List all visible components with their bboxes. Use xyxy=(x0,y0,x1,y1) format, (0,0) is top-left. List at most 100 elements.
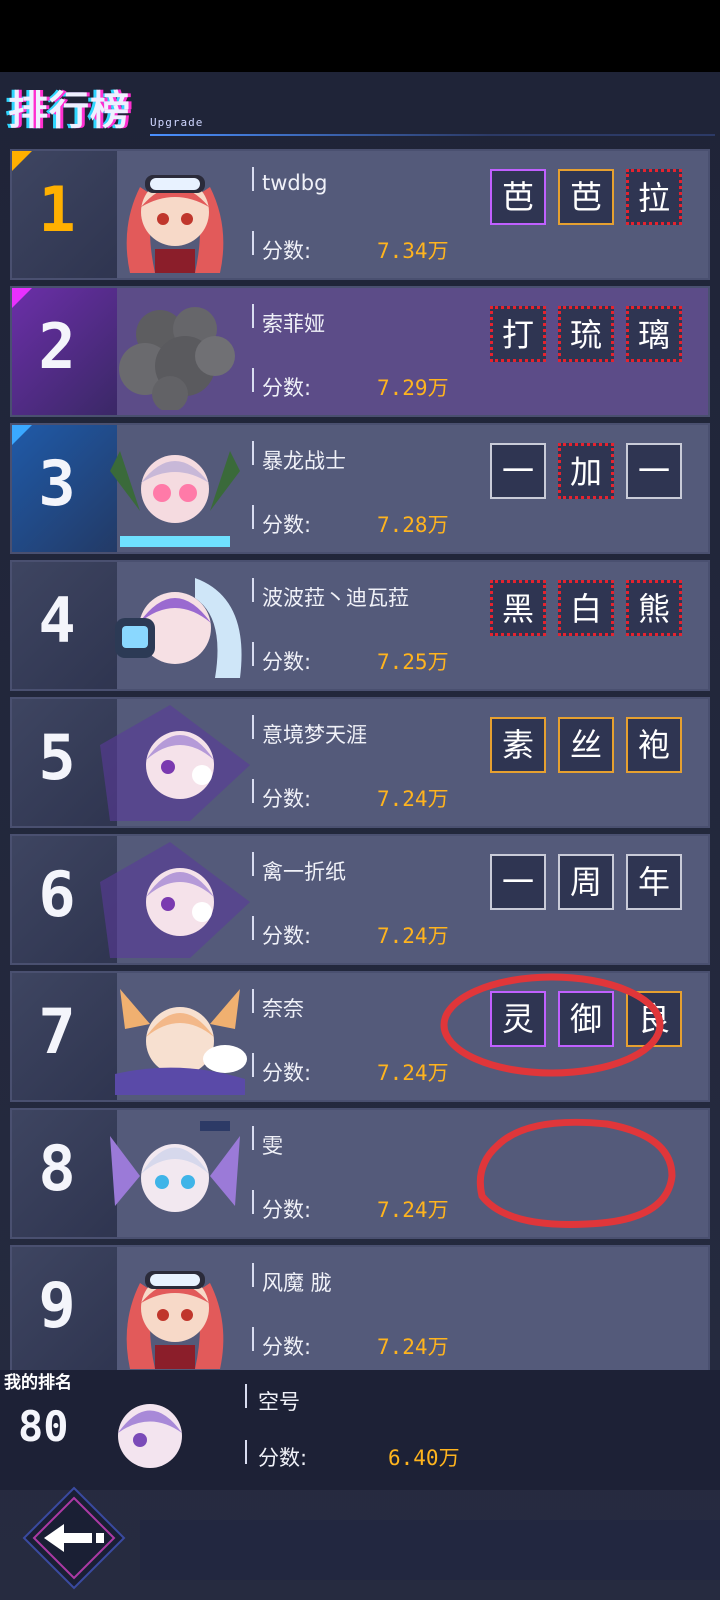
title-badge: 丝 xyxy=(558,717,614,773)
name-divider xyxy=(245,1384,247,1408)
title-badge: 加 xyxy=(558,443,614,499)
name-divider xyxy=(252,167,254,191)
score-label: 分数: xyxy=(262,376,312,400)
player-name: 索菲娅 xyxy=(262,312,325,336)
rank-corner-marker xyxy=(12,151,32,171)
score-divider xyxy=(252,1053,254,1077)
header-divider xyxy=(150,134,715,136)
title-badge: 一 xyxy=(490,854,546,910)
leaderboard-row[interactable]: 2 索菲娅 分数: 7.29万 打 琉 璃 xyxy=(10,286,710,417)
title-badge: 芭 xyxy=(490,169,546,225)
name-divider xyxy=(252,715,254,739)
score-divider xyxy=(252,1190,254,1214)
score-value: 7.28万 xyxy=(377,513,449,537)
leaderboard-row[interactable]: 4 波波菈丶迪瓦菈 分数: 7.25万 黑 白 熊 xyxy=(10,560,710,691)
avatar-smoke xyxy=(119,307,235,410)
name-divider xyxy=(252,441,254,465)
player-name: twdbg xyxy=(262,171,328,195)
player-name: 雯 xyxy=(262,1134,283,1158)
score-label: 分数: xyxy=(262,650,312,674)
title-badges: 打 琉 璃 xyxy=(490,306,690,366)
rank-number: 3 xyxy=(38,447,76,520)
rank-number: 7 xyxy=(38,995,76,1068)
title-badges: 一 周 年 xyxy=(490,854,690,914)
score-divider xyxy=(252,231,254,255)
title-badges: 黑 白 熊 xyxy=(490,580,690,640)
score-divider xyxy=(252,916,254,940)
score-label: 分数: xyxy=(262,924,312,948)
name-divider xyxy=(252,1126,254,1150)
score-value: 7.24万 xyxy=(377,1335,449,1359)
leaderboard-row[interactable]: 6 禽一折纸 分数: 7.24万 一 周 年 xyxy=(10,834,710,965)
name-divider xyxy=(252,1263,254,1287)
leaderboard-row[interactable]: 5 意境梦天涯 分数: 7.24万 素 丝 袍 xyxy=(10,697,710,828)
title-badge: 打 xyxy=(490,306,546,362)
score-divider xyxy=(252,1327,254,1351)
my-avatar xyxy=(118,1404,182,1468)
leaderboard-row[interactable]: 8 雯 分数: 7.24万 xyxy=(10,1108,710,1239)
rank-number: 6 xyxy=(38,858,76,931)
title-badges: 一 加 一 xyxy=(490,443,690,503)
avatar xyxy=(126,1271,224,1369)
avatar xyxy=(115,578,242,678)
title-badge: 璃 xyxy=(626,306,682,362)
leaderboard-row[interactable]: 9 风魔 胧 分数: 7.24万 xyxy=(10,1245,710,1376)
title-badge: 一 xyxy=(626,443,682,499)
score-divider xyxy=(252,368,254,392)
score-value: 7.24万 xyxy=(377,924,449,948)
title-badge: 熊 xyxy=(626,580,682,636)
title-badge: 年 xyxy=(626,854,682,910)
bottom-bar xyxy=(140,1520,720,1580)
score-value: 7.24万 xyxy=(377,787,449,811)
score-value: 7.25万 xyxy=(377,650,449,674)
player-name: 奈奈 xyxy=(262,997,304,1021)
avatar xyxy=(115,989,247,1095)
header: 排行榜 Upgrade xyxy=(0,72,720,142)
my-rank-panel: 我的排名 80 空号 分数: 6.40万 xyxy=(0,1370,720,1490)
player-name: 暴龙战士 xyxy=(262,449,346,473)
score-label: 分数: xyxy=(262,239,312,263)
rank-number: 9 xyxy=(38,1269,76,1342)
page-subtitle: Upgrade xyxy=(150,116,204,129)
my-rank-label: 我的排名 xyxy=(4,1373,72,1393)
score-label: 分数: xyxy=(262,1061,312,1085)
my-rank-number: 80 xyxy=(18,1402,69,1451)
title-badge: 拉 xyxy=(626,169,682,225)
leaderboard-row[interactable]: 7 奈奈 分数: 7.24万 灵 御 良 xyxy=(10,971,710,1102)
title-badge: 一 xyxy=(490,443,546,499)
score-label: 分数: xyxy=(262,1335,312,1359)
title-badges: 芭 芭 拉 xyxy=(490,169,690,229)
avatar xyxy=(100,705,250,821)
my-player-name: 空号 xyxy=(258,1390,300,1414)
title-badge: 素 xyxy=(490,717,546,773)
title-badge: 琉 xyxy=(558,306,614,362)
score-label: 分数: xyxy=(262,1198,312,1222)
annotation-circle xyxy=(476,1118,676,1228)
score-value: 7.34万 xyxy=(377,239,449,263)
score-divider xyxy=(252,642,254,666)
title-badge: 黑 xyxy=(490,580,546,636)
title-badge: 芭 xyxy=(558,169,614,225)
avatar xyxy=(100,842,250,958)
name-divider xyxy=(252,578,254,602)
back-arrow-icon[interactable] xyxy=(20,1484,128,1592)
avatar xyxy=(110,1121,240,1212)
avatar xyxy=(110,451,240,547)
player-name: 意境梦天涯 xyxy=(262,723,367,747)
annotation-circle xyxy=(440,973,664,1077)
title-badges: 素 丝 袍 xyxy=(490,717,690,777)
leaderboard-row[interactable]: 3 暴龙战士 分数: 7.28万 一 加 一 xyxy=(10,423,710,554)
rank-number: 1 xyxy=(38,173,76,246)
name-divider xyxy=(252,852,254,876)
rank-number: 8 xyxy=(38,1132,76,1205)
leaderboard-row[interactable]: 1 twdbg 分数: 7.34万 芭 芭 拉 xyxy=(10,149,710,280)
rank-corner-marker xyxy=(12,425,32,445)
page-title: 排行榜 xyxy=(8,88,131,134)
player-name: 风魔 胧 xyxy=(262,1271,332,1295)
player-name: 波波菈丶迪瓦菈 xyxy=(262,586,409,610)
name-divider xyxy=(252,989,254,1013)
my-score-value: 6.40万 xyxy=(388,1446,460,1470)
title-badge: 白 xyxy=(558,580,614,636)
leaderboard-screen: 排行榜 Upgrade 1 twdbg 分数: 7.34万 芭 芭 拉 2 索菲… xyxy=(0,72,720,1600)
title-badge: 周 xyxy=(558,854,614,910)
